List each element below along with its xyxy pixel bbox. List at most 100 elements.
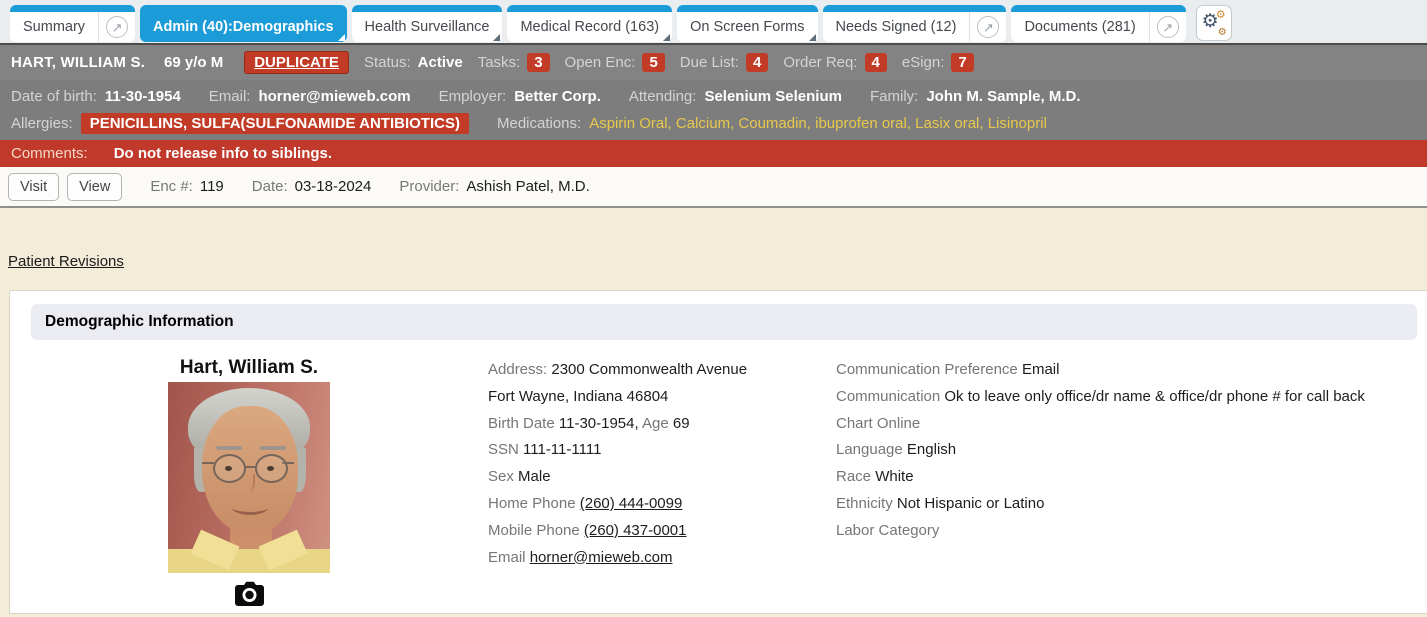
enc-number-value: 119 (200, 178, 224, 195)
patient-display-name: Hart, William S. (180, 357, 318, 379)
chart-tab-bar: Summary ↗ Admin (40):Demographics Health… (0, 0, 1427, 45)
field-communication: Communication Ok to leave only office/dr… (836, 384, 1419, 411)
popout-arrow-icon[interactable]: ↗ (977, 16, 999, 38)
open-enc-count-badge[interactable]: 5 (642, 53, 664, 72)
due-list-count-badge[interactable]: 4 (746, 53, 768, 72)
patient-photo-column: Hart, William S. (10, 357, 488, 612)
dropdown-fold-icon[interactable] (663, 34, 670, 41)
encounter-toolbar: Visit View Enc #: 119 Date: 03-18-2024 P… (0, 167, 1427, 208)
esign-label: eSign: (902, 54, 945, 71)
email-label: Email: (209, 88, 251, 105)
dropdown-fold-icon[interactable] (493, 34, 500, 41)
tab-admin-label: Admin (40):Demographics (140, 19, 346, 35)
enc-date-value: 03-18-2024 (295, 178, 372, 195)
field-ssn: SSN 111-11-1111 (488, 437, 836, 464)
popout-arrow-icon[interactable]: ↗ (1157, 16, 1179, 38)
tasks-label: Tasks: (478, 54, 521, 71)
tab-summary-label: Summary (10, 19, 98, 35)
tab-needs-signed-label: Needs Signed (12) (823, 19, 970, 35)
field-address-line2: Fort Wayne, Indiana 46804 (488, 384, 836, 411)
email-value: horner@mieweb.com (258, 88, 410, 105)
gear-small-icon: ⚙ (1218, 27, 1227, 38)
open-enc-label: Open Enc: (565, 54, 636, 71)
enc-number-label: Enc #: (150, 178, 193, 195)
contact-details-column: Address: 2300 Commonwealth Avenue Fort W… (488, 357, 836, 612)
webchart-app: Summary ↗ Admin (40):Demographics Health… (0, 0, 1427, 617)
tab-summary[interactable]: Summary ↗ (10, 5, 135, 42)
comments-bar: Comments: Do not release info to sibling… (0, 140, 1427, 167)
field-ethnicity: Ethnicity Not Hispanic or Latino (836, 491, 1419, 518)
family-label: Family: (870, 88, 918, 105)
dropdown-fold-icon[interactable] (809, 34, 816, 41)
preferences-column: Communication Preference Email Communica… (836, 357, 1427, 612)
dropdown-fold-icon[interactable] (338, 34, 345, 41)
home-phone-link[interactable]: (260) 444-0099 (580, 495, 683, 512)
order-req-label: Order Req: (783, 54, 857, 71)
tab-on-screen-forms-label: On Screen Forms (677, 19, 817, 35)
tab-divider (98, 12, 99, 42)
family-value: John M. Sample, M.D. (926, 88, 1080, 105)
allergies-label: Allergies: (11, 115, 73, 132)
settings-button[interactable]: ⚙ ⚙ ⚙ (1196, 5, 1232, 41)
tab-medical-record[interactable]: Medical Record (163) (507, 5, 672, 42)
tab-admin-demographics[interactable]: Admin (40):Demographics (140, 5, 346, 42)
enc-date-label: Date: (252, 178, 288, 195)
comments-text: Do not release info to siblings. (114, 145, 332, 162)
patient-banner-details: Date of birth: 11-30-1954 Email: horner@… (0, 80, 1427, 140)
view-button[interactable]: View (67, 173, 122, 201)
field-mobile-phone: Mobile Phone (260) 437-0001 (488, 518, 836, 545)
tab-on-screen-forms[interactable]: On Screen Forms (677, 5, 817, 42)
content-area: Patient Revisions Demographic Informatio… (0, 208, 1427, 610)
attending-value: Selenium Selenium (704, 88, 842, 105)
popout-arrow-icon[interactable]: ↗ (106, 16, 128, 38)
tab-divider (969, 12, 970, 42)
patient-revisions-link[interactable]: Patient Revisions (8, 253, 124, 270)
field-communication-preference: Communication Preference Email (836, 357, 1419, 384)
mobile-phone-link[interactable]: (260) 437-0001 (584, 522, 687, 539)
tab-documents[interactable]: Documents (281) ↗ (1011, 5, 1185, 42)
field-sex: Sex Male (488, 464, 836, 491)
order-req-count-badge[interactable]: 4 (865, 53, 887, 72)
medications-label: Medications: (497, 115, 581, 132)
field-address: Address: 2300 Commonwealth Avenue (488, 357, 836, 384)
tab-medical-record-label: Medical Record (163) (507, 19, 672, 35)
comments-label: Comments: (11, 145, 88, 162)
field-chart-online: Chart Online (836, 411, 1419, 438)
visit-button[interactable]: Visit (8, 173, 59, 201)
field-labor-category: Labor Category (836, 518, 1419, 545)
demographics-panel: Demographic Information Hart, William S. (9, 290, 1427, 614)
field-email: Email horner@mieweb.com (488, 545, 836, 572)
status-label: Status: (364, 54, 411, 71)
tab-health-surveillance-label: Health Surveillance (352, 19, 503, 35)
patient-name: HART, WILLIAM S. (11, 54, 145, 71)
field-race: Race White (836, 464, 1419, 491)
status-value: Active (418, 54, 463, 71)
banner-demographics-row: Date of birth: 11-30-1954 Email: horner@… (11, 83, 1416, 110)
allergies-badge[interactable]: PENICILLINS, SULFA(SULFONAMIDE ANTIBIOTI… (81, 113, 469, 134)
tab-health-surveillance[interactable]: Health Surveillance (352, 5, 503, 42)
provider-value: Ashish Patel, M.D. (466, 178, 589, 195)
esign-count-badge[interactable]: 7 (951, 53, 973, 72)
medications-list[interactable]: Aspirin Oral, Calcium, Coumadin, ibuprof… (589, 115, 1047, 132)
patient-age-sex: 69 y/o M (164, 54, 223, 71)
tab-divider (1149, 12, 1150, 42)
tab-needs-signed[interactable]: Needs Signed (12) ↗ (823, 5, 1007, 42)
email-link[interactable]: horner@mieweb.com (530, 549, 673, 566)
camera-icon[interactable] (234, 580, 265, 612)
tasks-count-badge[interactable]: 3 (527, 53, 549, 72)
attending-label: Attending: (629, 88, 697, 105)
banner-allergies-row: Allergies: PENICILLINS, SULFA(SULFONAMID… (11, 110, 1416, 137)
employer-value: Better Corp. (514, 88, 601, 105)
patient-photo (168, 382, 330, 573)
field-home-phone: Home Phone (260) 444-0099 (488, 491, 836, 518)
dob-label: Date of birth: (11, 88, 97, 105)
field-birth-date: Birth Date 11-30-1954, Age 69 (488, 411, 836, 438)
provider-label: Provider: (399, 178, 459, 195)
due-list-label: Due List: (680, 54, 739, 71)
field-language: Language English (836, 437, 1419, 464)
duplicate-badge[interactable]: DUPLICATE (244, 51, 349, 74)
panel-title: Demographic Information (31, 304, 1417, 340)
tab-documents-label: Documents (281) (1011, 19, 1148, 35)
dob-value: 11-30-1954 (105, 88, 181, 105)
employer-label: Employer: (439, 88, 507, 105)
